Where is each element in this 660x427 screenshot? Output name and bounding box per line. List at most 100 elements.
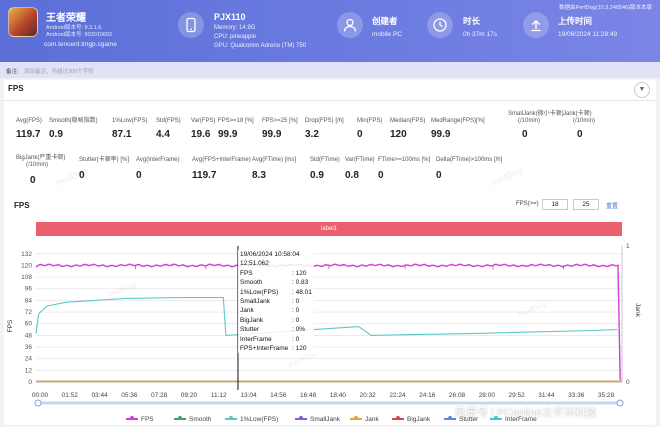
fps-range-label: FPS(>=) [516, 201, 539, 207]
x-tick-label: 22:24 [389, 392, 406, 399]
tooltip-row: SmallJank: 0 [240, 297, 312, 306]
y-tick-label: 24 [25, 356, 33, 363]
stat-label: BigJank(严重卡顿) [16, 155, 66, 161]
tooltip-value: : 0.83 [292, 279, 309, 287]
fps-chart[interactable]: 0 12 24 36 48 60 72 84 96 108 120 132 0 1 FPS Jank 00:00… [0, 238, 660, 414]
legend-swatch [350, 416, 362, 421]
stat-item: MedRange(FPS)[%] 99.9 [431, 118, 485, 140]
legend-item[interactable]: 1%Low(FPS) [225, 416, 278, 423]
legend-swatch [295, 416, 307, 421]
tooltip-key: FPS+InterFrame [240, 345, 289, 353]
stat-item: Avg(InterFrame) 0 [136, 157, 180, 181]
stat-item: Smooth(稳帧指数) 0.9 [49, 118, 98, 140]
upload-value: 19/06/2024 11:28:49 [558, 31, 618, 38]
label-bar[interactable]: label1 [36, 222, 622, 236]
x-tick-label: 11:12 [211, 392, 227, 399]
stat-item: Std(FPS) 4.4 [156, 118, 181, 140]
chart-title: FPS [14, 201, 30, 210]
tooltip-value: : 0 [292, 298, 300, 306]
tooltip-key: Stutter [240, 326, 260, 334]
stat-value: 0.9 [310, 170, 324, 181]
legend-item[interactable]: FPS [126, 416, 154, 423]
section-title: FPS [8, 84, 24, 93]
chart-watermark: PerfDog [107, 279, 137, 300]
chevron-down-icon: ▼ [638, 86, 646, 93]
device-memory: Memory: 14.9G [214, 25, 256, 31]
stat-label: Jank(卡顿) [563, 111, 592, 117]
stat-value: 0 [136, 170, 142, 181]
tooltip-key: InterFrame [240, 335, 272, 343]
stat-label: FTime>=100ms [%] [378, 157, 431, 163]
stat-value: 0 [378, 170, 384, 181]
x-tick-label: 24:16 [419, 392, 436, 399]
stat-item: Std(FTime) 0.9 [310, 157, 340, 181]
reset-button[interactable]: 重置 [606, 201, 618, 210]
x-tick-label: 20:32 [360, 392, 377, 399]
tooltip-value: : 0 [292, 316, 300, 324]
x-tick-label: 01:52 [62, 392, 79, 399]
note-input[interactable]: 添加备注，不超过200个字符 [24, 67, 94, 75]
stat-item: SmallJank(微小卡顿) (/10min) 0 [508, 111, 564, 140]
legend-label: SmallJank [310, 416, 340, 423]
stat-label: SmallJank(微小卡顿) [508, 111, 564, 117]
x-tick-label: 26:08 [449, 392, 466, 399]
stat-item: Min(FPS) 0 [357, 118, 382, 140]
stat-value: 119.7 [16, 129, 41, 140]
y-tick-label: 36 [25, 344, 33, 351]
y-tick-label: 120 [21, 262, 32, 269]
legend-label: BigJank [407, 416, 431, 423]
creator-value: mobile PC [372, 31, 402, 38]
x-tick-label: 13:04 [240, 392, 257, 399]
stat-value: 87.1 [112, 129, 132, 140]
x-tick-label: 05:36 [121, 392, 138, 399]
x-tick-label: 35:28 [598, 392, 615, 399]
stat-item: FPS>=18 [%] 99.9 [218, 118, 254, 140]
stat-label: Delta(FTime)>100ms [/h] [436, 157, 503, 163]
tooltip-key: FPS [240, 269, 253, 277]
stat-value: 0 [357, 129, 363, 140]
stat-label: Drop(FPS) [/h] [305, 118, 344, 124]
legend-item[interactable]: SmallJank [295, 416, 340, 423]
y-tick-label: 60 [25, 321, 33, 328]
tooltip-row: 1%Low(FPS): 48.01 [240, 288, 312, 297]
stat-sublabel: (/10min) [573, 118, 596, 124]
stat-label: Std(FTime) [310, 157, 340, 163]
legend-swatch [392, 416, 404, 421]
stat-label: Stutter(卡顿率) [%] [79, 157, 130, 163]
tooltip-value: : 120 [292, 269, 307, 277]
stat-label: Var(FTime) [345, 157, 375, 163]
fps-max-input[interactable]: 25 [573, 199, 599, 210]
tooltip-timestamp: 19/06/2024 10:58:04 [240, 251, 300, 258]
x-tick-label: 28:00 [479, 392, 496, 399]
stat-item: Var(FPS) 19.6 [191, 118, 216, 140]
fps-min-input[interactable]: 18 [542, 199, 568, 210]
fps-series-line [35, 263, 621, 381]
stat-value: 3.2 [305, 129, 319, 140]
stat-label: Smooth(稳帧指数) [49, 118, 98, 124]
stat-label: MedRange(FPS)[%] [431, 118, 485, 124]
legend-label: FPS [141, 416, 154, 423]
phone-icon [178, 12, 204, 38]
stat-sublabel: (/10min) [26, 162, 49, 168]
stat-value: 119.7 [192, 170, 217, 181]
legend-item[interactable]: Jank [350, 416, 379, 423]
chart-watermark: PerfDog [517, 299, 547, 320]
divider [4, 100, 656, 101]
stat-label: Avg(FPS+InterFrame) [192, 157, 251, 163]
x-tick-label: 00:00 [32, 392, 49, 399]
stat-value: 8.3 [252, 170, 266, 181]
stat-label: Var(FPS) [191, 118, 216, 124]
scroll-handle-left[interactable] [34, 399, 42, 407]
x-tick-label: 18:40 [330, 392, 347, 399]
legend-label: 1%Low(FPS) [240, 416, 279, 423]
stat-label: Min(FPS) [357, 118, 383, 124]
legend-item[interactable]: Smooth [174, 416, 211, 423]
y-tick-label: 132 [21, 251, 32, 258]
scroll-handle-right[interactable] [616, 399, 624, 407]
y2-tick-label: 1 [626, 243, 630, 250]
stat-sublabel: (/10min) [518, 118, 541, 124]
app-name: 王者荣耀 [46, 13, 86, 24]
collapse-button[interactable]: ▼ [634, 82, 650, 98]
upload-icon [523, 12, 549, 38]
legend-item[interactable]: BigJank [392, 416, 430, 423]
